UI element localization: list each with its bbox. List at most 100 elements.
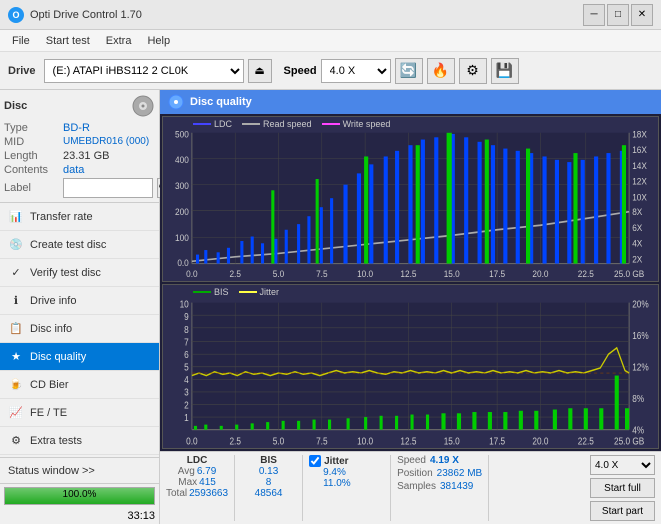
type-label: Type [4, 122, 59, 134]
svg-text:3: 3 [184, 386, 189, 397]
menu-start-test[interactable]: Start test [38, 33, 98, 49]
svg-text:22.5: 22.5 [578, 269, 594, 279]
position-label: Position [397, 468, 433, 479]
position-value: 23862 MB [437, 468, 483, 479]
speed-select[interactable]: 4.0 X [321, 59, 391, 83]
svg-text:6X: 6X [632, 223, 642, 233]
sidebar-item-drive-info[interactable]: ℹ Drive info [0, 287, 159, 315]
maximize-button[interactable]: □ [607, 4, 629, 26]
eject-button[interactable]: ⏏ [248, 59, 272, 83]
type-value: BD-R [63, 122, 90, 134]
max-bis-value: 8 [266, 477, 272, 488]
close-button[interactable]: ✕ [631, 4, 653, 26]
cd-bier-label: CD Bier [30, 379, 69, 391]
sidebar-item-create-test-disc[interactable]: 💿 Create test disc [0, 231, 159, 259]
app-logo: O [8, 7, 24, 23]
minimize-button[interactable]: ─ [583, 4, 605, 26]
disc-section-title: Disc [4, 100, 27, 112]
sidebar-item-verify-test-disc[interactable]: ✓ Verify test disc [0, 259, 159, 287]
start-full-button[interactable]: Start full [590, 478, 655, 498]
app-title: Opti Drive Control 1.70 [30, 9, 142, 21]
svg-text:2.5: 2.5 [229, 435, 240, 446]
svg-text:8: 8 [184, 324, 189, 335]
svg-text:15.0: 15.0 [444, 435, 460, 446]
menu-file[interactable]: File [4, 33, 38, 49]
transfer-rate-label: Transfer rate [30, 211, 93, 223]
chart1-svg: 500 400 300 200 100 0.0 18X 16X 14X 12X … [163, 117, 658, 281]
svg-text:8%: 8% [632, 393, 644, 404]
drive-select[interactable]: (E:) ATAPI iHBS112 2 CL0K [44, 59, 244, 83]
svg-text:5.0: 5.0 [273, 269, 285, 279]
sidebar-item-disc-info[interactable]: 📋 Disc info [0, 315, 159, 343]
sidebar-item-transfer-rate[interactable]: 📊 Transfer rate [0, 203, 159, 231]
jitter-checkbox[interactable] [309, 455, 321, 467]
create-disc-label: Create test disc [30, 239, 106, 251]
svg-text:17.5: 17.5 [489, 435, 505, 446]
disc-quality-label: Disc quality [30, 351, 86, 363]
svg-text:10.0: 10.0 [357, 269, 373, 279]
svg-text:9: 9 [184, 311, 189, 322]
stats-panel: LDC Avg 6.79 Max 415 Total 2593663 BIS [160, 451, 661, 524]
ldc-legend-label: LDC [214, 119, 232, 129]
sidebar-item-disc-quality[interactable]: ★ Disc quality [0, 343, 159, 371]
svg-text:4X: 4X [632, 238, 642, 248]
svg-text:500: 500 [175, 129, 189, 139]
svg-text:12.5: 12.5 [400, 269, 416, 279]
svg-text:22.5: 22.5 [578, 435, 594, 446]
total-bis-value: 48564 [255, 488, 283, 499]
svg-text:8X: 8X [632, 207, 642, 217]
ldc-header: LDC [187, 455, 208, 466]
svg-text:10X: 10X [632, 192, 647, 202]
verify-disc-label: Verify test disc [30, 267, 101, 279]
avg-jitter-value: 9.4% [323, 467, 346, 478]
svg-text:10: 10 [180, 298, 189, 309]
svg-text:15.0: 15.0 [444, 269, 460, 279]
jitter-legend-color [239, 291, 257, 293]
refresh-button[interactable]: 🔄 [395, 58, 423, 84]
drive-info-icon: ℹ [8, 293, 24, 309]
speed-dropdown[interactable]: 4.0 X [590, 455, 655, 475]
transfer-rate-icon: 📊 [8, 209, 24, 225]
main-area: Disc Type BD-R MID UMEBDR016 (000) Lengt… [0, 90, 661, 524]
length-value: 23.31 GB [63, 150, 109, 162]
time-display: 33:13 [0, 508, 159, 524]
mid-label: MID [4, 136, 59, 148]
settings-button[interactable]: ⚙ [459, 58, 487, 84]
sidebar-item-cd-bier[interactable]: 🍺 CD Bier [0, 371, 159, 399]
label-input[interactable] [63, 178, 153, 198]
disc-quality-icon: ★ [8, 349, 24, 365]
samples-label: Samples [397, 481, 436, 492]
mid-value: UMEBDR016 (000) [63, 136, 149, 148]
svg-text:12.5: 12.5 [400, 435, 416, 446]
chart2-svg: 10 9 8 7 6 5 4 3 2 1 20% 16% 12% 8% 4% [163, 285, 658, 449]
bis-header: BIS [260, 455, 277, 466]
svg-text:20.0: 20.0 [532, 435, 548, 446]
bis-legend-label: BIS [214, 287, 229, 297]
svg-text:200: 200 [175, 207, 189, 217]
svg-text:6: 6 [184, 349, 189, 360]
label-label: Label [4, 182, 59, 194]
window-controls: ─ □ ✕ [583, 4, 653, 26]
save-button[interactable]: 💾 [491, 58, 519, 84]
write-speed-legend-label: Write speed [343, 119, 391, 129]
drive-label: Drive [4, 65, 40, 77]
status-window-button[interactable]: Status window >> [0, 458, 159, 484]
status-window-label: Status window >> [8, 465, 95, 477]
sidebar-item-extra-tests[interactable]: ⚙ Extra tests [0, 427, 159, 455]
menu-extra[interactable]: Extra [98, 33, 140, 49]
svg-text:20%: 20% [632, 298, 648, 309]
avg-ldc-label: Avg [178, 466, 195, 477]
start-part-button[interactable]: Start part [590, 501, 655, 521]
svg-text:7.5: 7.5 [316, 269, 328, 279]
sidebar-item-fe-te[interactable]: 📈 FE / TE [0, 399, 159, 427]
toolbar: Drive (E:) ATAPI iHBS112 2 CL0K ⏏ Speed … [0, 52, 661, 90]
burn-button[interactable]: 🔥 [427, 58, 455, 84]
svg-text:25.0 GB: 25.0 GB [614, 435, 644, 446]
verify-disc-icon: ✓ [8, 265, 24, 281]
length-label: Length [4, 150, 59, 162]
menu-help[interactable]: Help [139, 33, 178, 49]
svg-text:10.0: 10.0 [357, 435, 373, 446]
write-speed-legend-color [322, 123, 340, 125]
svg-text:4: 4 [184, 374, 189, 385]
bis-legend-color [193, 291, 211, 293]
